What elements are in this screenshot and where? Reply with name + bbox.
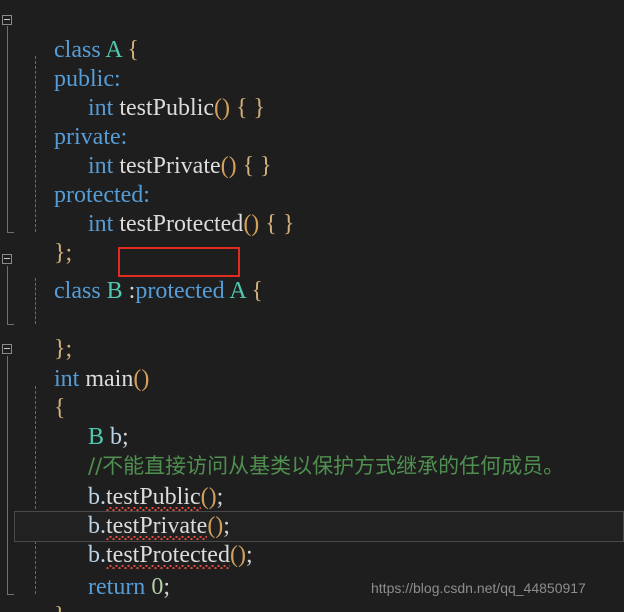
- csdn-watermark: https://blog.csdn.net/qq_44850917: [371, 580, 586, 596]
- code-line-main-signature[interactable]: int main(): [0, 334, 624, 392]
- code-line-test-public-decl[interactable]: int testPublic() { }: [0, 63, 624, 121]
- code-line-using[interactable]: using namespace std;: [0, 0, 624, 4]
- code-line-private[interactable]: private:: [0, 92, 624, 150]
- code-line-call-test-protected[interactable]: b.testProtected();: [0, 510, 624, 569]
- code-content[interactable]: using namespace std; class A { public: i…: [0, 0, 624, 612]
- code-line-close-class-b[interactable]: };: [0, 304, 624, 362]
- code-line-test-protected-decl[interactable]: int testProtected() { }: [0, 179, 624, 237]
- code-line-declare-b[interactable]: B b;: [0, 392, 624, 450]
- code-line-call-test-public[interactable]: b.testPublic();: [0, 452, 624, 511]
- code-line-class-a[interactable]: class A {: [0, 5, 624, 63]
- code-line-test-private-decl[interactable]: int testPrivate() { }: [0, 121, 624, 179]
- code-line-class-b[interactable]: class B :protected A {: [0, 246, 624, 304]
- code-line-call-test-private[interactable]: b.testPrivate();: [0, 481, 624, 540]
- code-line-comment-chinese[interactable]: //不能直接访问从基类以保护方式继承的任何成员。: [0, 421, 624, 478]
- code-line-public[interactable]: public:: [0, 34, 624, 92]
- token-main-brace-close: }: [54, 603, 66, 612]
- code-line-blank-2[interactable]: [0, 275, 624, 305]
- code-editor-screenshot: using namespace std; class A { public: i…: [0, 0, 624, 612]
- code-line-main-open[interactable]: {: [0, 363, 624, 421]
- code-line-protected[interactable]: protected:: [0, 150, 624, 208]
- code-line-close-class-a[interactable]: };: [0, 208, 624, 266]
- code-line-return[interactable]: return 0;: [0, 542, 624, 600]
